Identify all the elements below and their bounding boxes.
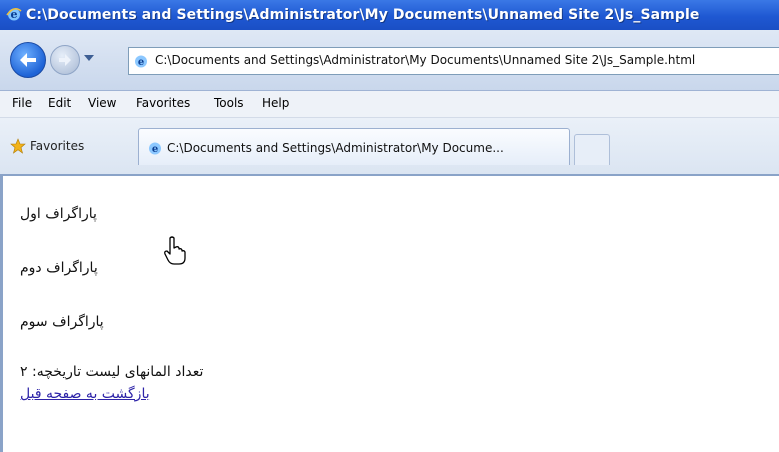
menu-edit[interactable]: Edit — [48, 96, 71, 110]
history-count-text: تعداد المانهای لیست تاریخچه: ۲ — [20, 364, 204, 380]
svg-text:e: e — [138, 57, 144, 68]
history-dropdown-icon[interactable] — [84, 55, 94, 61]
browser-window: e C:\Documents and Settings\Administrato… — [0, 0, 779, 452]
menu-help[interactable]: Help — [262, 96, 289, 110]
paragraph-third: پاراگراف سوم — [20, 314, 104, 330]
menu-file[interactable]: File — [12, 96, 32, 110]
paragraph-first: پاراگراف اول — [20, 206, 97, 222]
menu-view[interactable]: View — [88, 96, 116, 110]
forward-button[interactable] — [50, 45, 80, 75]
address-bar[interactable]: e C:\Documents and Settings\Administrato… — [128, 47, 779, 75]
window-title: C:\Documents and Settings\Administrator\… — [26, 7, 700, 23]
page-content: پاراگراف اول پاراگراف دوم پاراگراف سوم ت… — [0, 176, 779, 452]
tab-current-page[interactable]: e C:\Documents and Settings\Administrato… — [138, 128, 570, 165]
back-link[interactable]: بازگشت به صفحه قبل — [20, 386, 150, 402]
menu-tools[interactable]: Tools — [214, 96, 244, 110]
svg-text:e: e — [152, 144, 158, 155]
menu-bar: File Edit View Favorites Tools Help — [0, 91, 779, 118]
address-text[interactable]: C:\Documents and Settings\Administrator\… — [155, 53, 695, 67]
new-tab-button[interactable] — [574, 134, 610, 165]
title-bar: e C:\Documents and Settings\Administrato… — [0, 0, 779, 30]
favorites-button[interactable]: Favorites — [30, 139, 84, 153]
ie-logo-icon: e — [6, 7, 22, 21]
navigation-bar: e C:\Documents and Settings\Administrato… — [0, 30, 779, 91]
tab-title: C:\Documents and Settings\Administrator\… — [167, 141, 504, 155]
page-icon: e — [135, 55, 147, 68]
back-arrow-icon — [20, 53, 36, 67]
forward-arrow-icon — [59, 54, 71, 66]
star-icon — [10, 138, 26, 154]
hand-cursor-icon — [164, 236, 186, 265]
favorites-bar: Favorites e C:\Documents and Settings\Ad… — [0, 118, 779, 176]
menu-favorites[interactable]: Favorites — [136, 96, 190, 110]
page-icon: e — [149, 142, 161, 155]
back-button[interactable] — [10, 42, 46, 78]
paragraph-second: پاراگراف دوم — [20, 260, 98, 276]
